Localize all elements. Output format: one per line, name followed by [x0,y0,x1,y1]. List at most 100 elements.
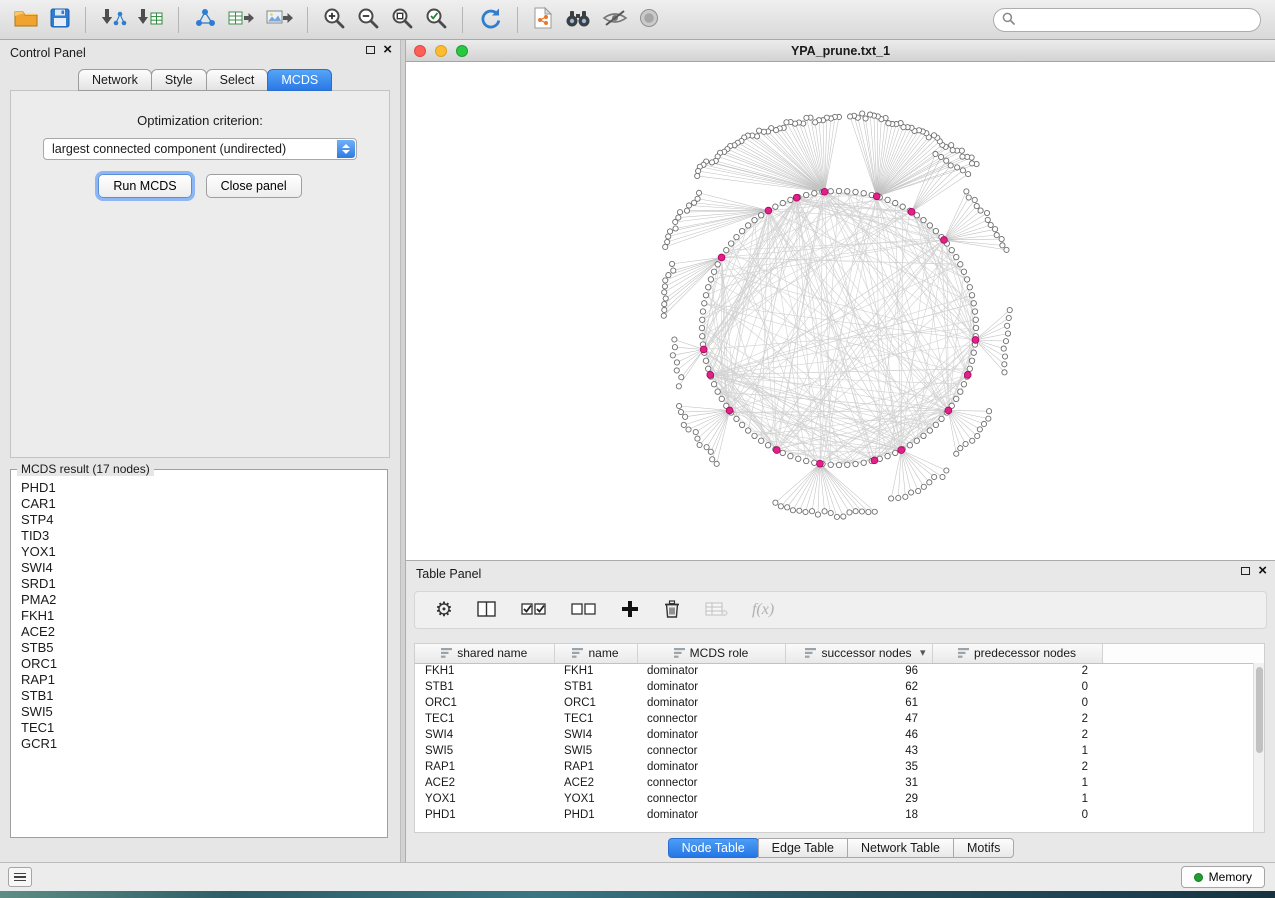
zoom-fit-button[interactable] [385,4,419,35]
new-network-button[interactable] [188,5,222,34]
table-cell[interactable]: dominator [637,695,785,711]
table-cell[interactable]: STB1 [415,679,554,695]
table-row[interactable]: ORC1ORC1dominator610 [415,695,1265,711]
mcds-result-item[interactable]: FKH1 [21,608,387,624]
table-row[interactable]: SWI5SWI5connector431 [415,743,1265,759]
close-window-icon[interactable] [414,45,426,57]
table-cell[interactable]: 2 [932,759,1102,775]
network-window-titlebar[interactable]: YPA_prune.txt_1 [406,40,1275,62]
export-document-button[interactable] [527,4,559,35]
table-cell[interactable]: 29 [785,791,932,807]
mcds-result-item[interactable]: GCR1 [21,736,387,752]
scrollbar-thumb[interactable] [1256,667,1263,753]
import-network-file-button[interactable] [95,5,132,34]
tab-network[interactable]: Network [78,69,152,91]
column-header-successor-nodes[interactable]: successor nodes▾ [785,644,932,663]
table-cell[interactable]: SWI5 [554,743,637,759]
mcds-result-item[interactable]: PMA2 [21,592,387,608]
table-cell[interactable]: TEC1 [415,711,554,727]
memory-button[interactable]: Memory [1181,866,1265,888]
table-cell[interactable]: YOX1 [415,791,554,807]
table-cell[interactable]: 2 [932,663,1102,679]
close-panel-button[interactable]: Close panel [206,174,302,198]
export-table-button[interactable] [222,5,260,34]
table-cell[interactable]: ACE2 [415,775,554,791]
mcds-result-item[interactable]: SWI4 [21,560,387,576]
refresh-layout-button[interactable] [472,4,508,35]
table-cell[interactable]: dominator [637,759,785,775]
close-table-panel-icon[interactable]: × [1258,566,1267,576]
table-cell[interactable]: dominator [637,807,785,823]
import-table-file-button[interactable] [132,5,169,34]
mcds-result-item[interactable]: CAR1 [21,496,387,512]
tab-node-table[interactable]: Node Table [668,838,759,858]
task-history-button[interactable] [8,867,32,887]
table-cell[interactable]: dominator [637,663,785,679]
table-row[interactable]: SWI4SWI4dominator462 [415,727,1265,743]
float-panel-icon[interactable] [366,46,375,54]
function-builder-button[interactable]: f(x) [752,601,774,619]
show-columns-button[interactable] [477,600,497,621]
select-all-button[interactable] [521,602,547,619]
table-scrollbar[interactable] [1253,663,1264,832]
table-settings-button[interactable]: ⚙ [435,600,453,620]
mcds-result-item[interactable]: RAP1 [21,672,387,688]
table-cell[interactable]: 35 [785,759,932,775]
table-cell[interactable]: ACE2 [554,775,637,791]
table-row[interactable]: STB1STB1dominator620 [415,679,1265,695]
tab-select[interactable]: Select [206,69,269,91]
mcds-result-item[interactable]: TID3 [21,528,387,544]
table-cell[interactable]: connector [637,775,785,791]
float-table-panel-icon[interactable] [1241,567,1250,575]
mcds-result-item[interactable]: SRD1 [21,576,387,592]
add-column-button[interactable] [621,600,639,621]
zoom-selected-button[interactable] [419,4,453,35]
open-session-button[interactable] [8,5,44,34]
column-header-MCDS-role[interactable]: MCDS role [637,644,785,663]
export-image-button[interactable] [260,5,298,34]
table-cell[interactable]: 46 [785,727,932,743]
table-cell[interactable]: ORC1 [415,695,554,711]
table-cell[interactable]: SWI4 [415,727,554,743]
table-cell[interactable]: 1 [932,775,1102,791]
table-cell[interactable]: PHD1 [554,807,637,823]
table-cell[interactable]: connector [637,743,785,759]
hide-graphics-button[interactable] [597,6,633,33]
table-cell[interactable]: 1 [932,791,1102,807]
table-row[interactable]: YOX1YOX1connector291 [415,791,1265,807]
column-header-predecessor-nodes[interactable]: predecessor nodes [932,644,1102,663]
table-cell[interactable]: STB1 [554,679,637,695]
table-cell[interactable]: 18 [785,807,932,823]
table-row[interactable]: TEC1TEC1connector472 [415,711,1265,727]
mcds-result-item[interactable]: SWI5 [21,704,387,720]
column-header-shared-name[interactable]: shared name [415,644,554,663]
mcds-result-item[interactable]: STP4 [21,512,387,528]
mcds-result-item[interactable]: ORC1 [21,656,387,672]
table-cell[interactable]: FKH1 [554,663,637,679]
tab-motifs[interactable]: Motifs [953,838,1014,858]
table-cell[interactable]: 1 [932,743,1102,759]
table-cell[interactable]: 2 [932,727,1102,743]
zoom-in-button[interactable] [317,4,351,35]
delete-table-button-disabled[interactable] [705,601,728,620]
table-row[interactable]: PHD1PHD1dominator180 [415,807,1265,823]
table-cell[interactable]: 96 [785,663,932,679]
tab-mcds[interactable]: MCDS [267,69,332,91]
search-input[interactable] [1021,13,1252,27]
table-cell[interactable]: 61 [785,695,932,711]
run-mcds-button[interactable]: Run MCDS [98,174,191,198]
column-header-name[interactable]: name [554,644,637,663]
tab-style[interactable]: Style [151,69,207,91]
table-cell[interactable]: 31 [785,775,932,791]
table-cell[interactable]: TEC1 [554,711,637,727]
zoom-out-button[interactable] [351,4,385,35]
table-cell[interactable]: RAP1 [554,759,637,775]
mcds-result-item[interactable]: STB5 [21,640,387,656]
table-cell[interactable]: 2 [932,711,1102,727]
table-cell[interactable]: connector [637,711,785,727]
maximize-window-icon[interactable] [456,45,468,57]
table-cell[interactable]: 0 [932,807,1102,823]
table-row[interactable]: ACE2ACE2connector311 [415,775,1265,791]
criterion-select[interactable]: largest connected component (undirected) [43,138,357,160]
table-cell[interactable]: 62 [785,679,932,695]
